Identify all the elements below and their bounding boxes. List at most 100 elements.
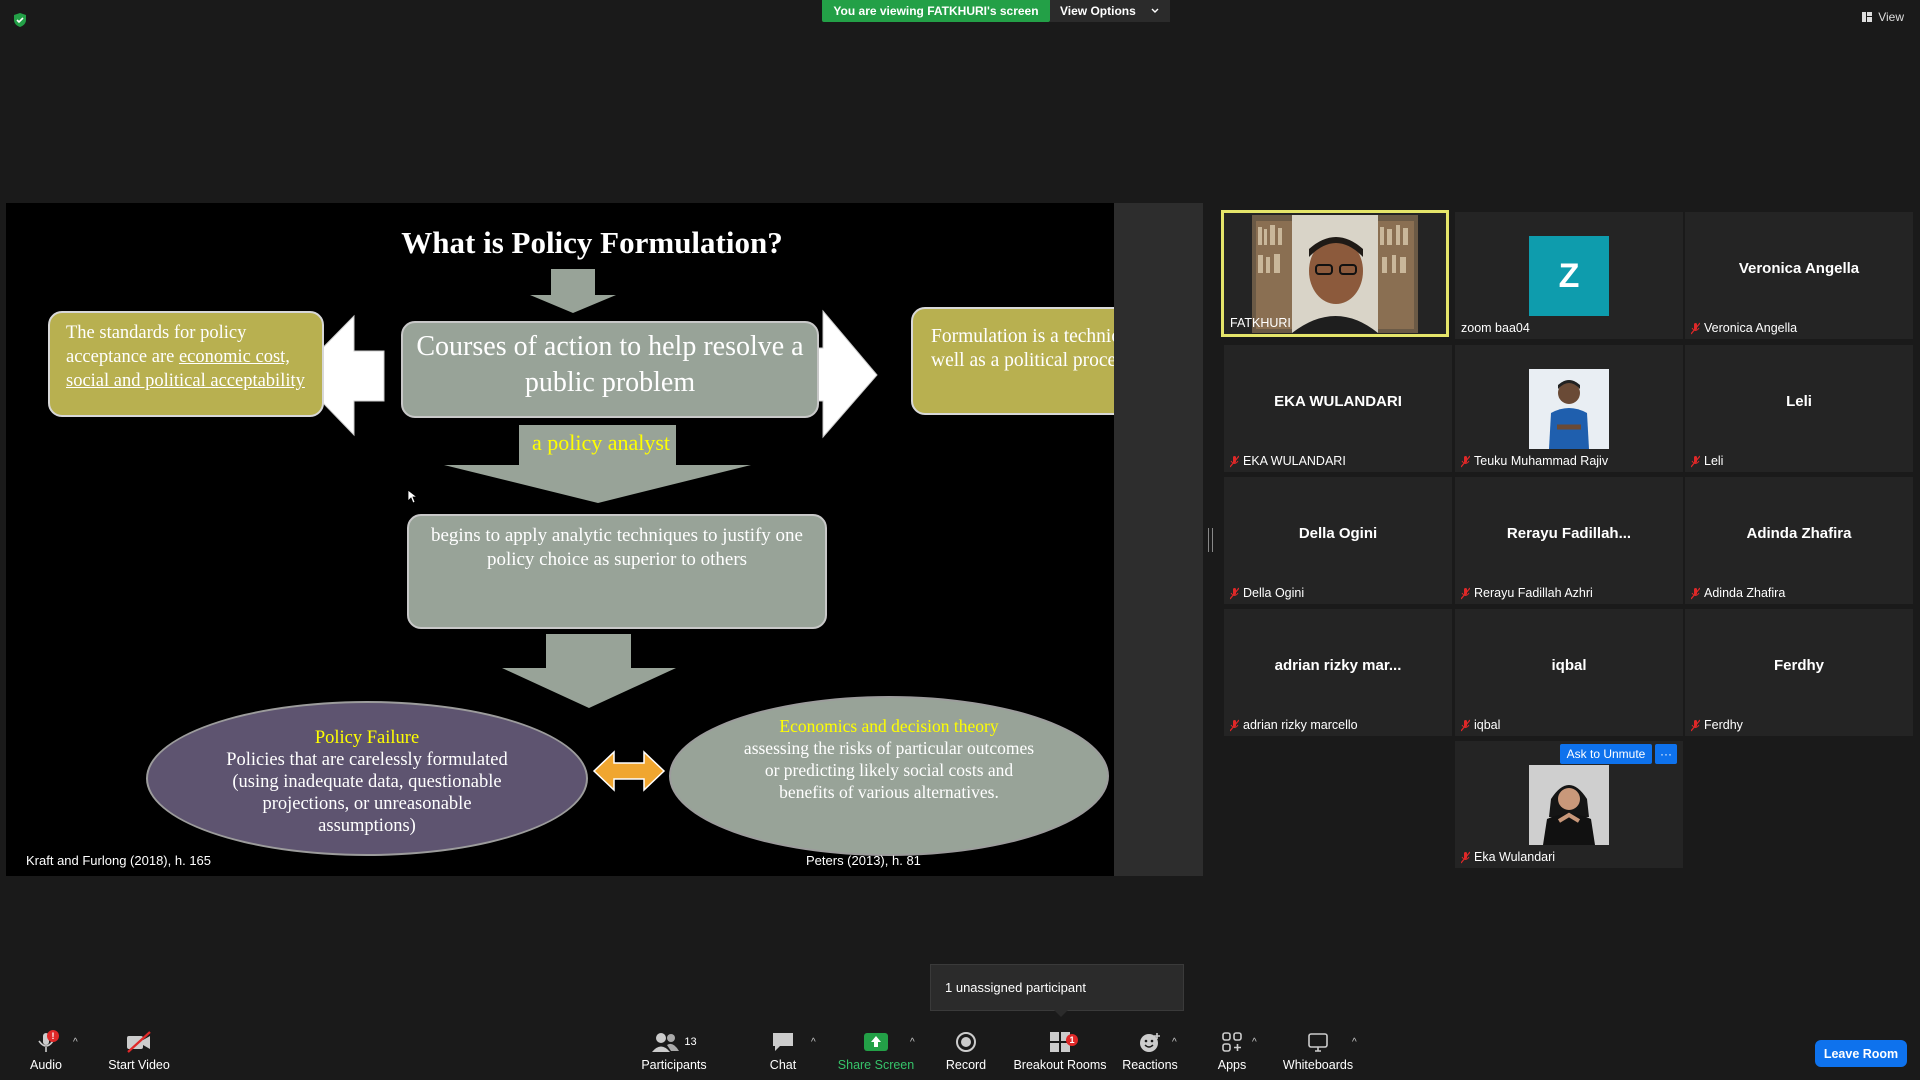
muted-mic-icon bbox=[1461, 851, 1470, 863]
apps-icon bbox=[1222, 1032, 1242, 1052]
policy-failure-body: Policies that are carelessly formulated … bbox=[226, 750, 508, 836]
apps-options-caret[interactable]: ^ bbox=[1252, 1037, 1257, 1048]
participant-name-label: Eka Wulandari bbox=[1474, 850, 1556, 864]
presentation-slide: What is Policy Formulation? The standard… bbox=[6, 203, 1114, 876]
reactions-button[interactable]: Reactions bbox=[1120, 1030, 1180, 1072]
ask-to-unmute-button[interactable]: Ask to Unmute bbox=[1560, 744, 1652, 764]
participant-display-name: EKA WULANDARI bbox=[1274, 393, 1402, 410]
share-options-caret[interactable]: ^ bbox=[910, 1037, 915, 1048]
participants-icon bbox=[652, 1033, 680, 1052]
participant-display-name: Veronica Angella bbox=[1738, 260, 1860, 277]
participant-caption: Ferdhy bbox=[1691, 718, 1743, 732]
participant-caption: Veronica Angella bbox=[1691, 321, 1797, 335]
share-screen-icon bbox=[864, 1033, 888, 1051]
participant-name-label: Ferdhy bbox=[1704, 718, 1743, 732]
record-label: Record bbox=[945, 1058, 987, 1072]
muted-mic-icon bbox=[1691, 455, 1700, 467]
participant-caption: FATKHURI bbox=[1230, 316, 1291, 330]
chevron-down-icon bbox=[1151, 8, 1159, 13]
participant-tile[interactable]: EKA WULANDARI EKA WULANDARI bbox=[1224, 345, 1452, 472]
start-video-button[interactable]: Start Video bbox=[104, 1030, 174, 1072]
down-arrow-bottom bbox=[502, 634, 676, 708]
profile-photo bbox=[1529, 369, 1609, 449]
unassigned-participant-tooltip: 1 unassigned participant bbox=[930, 964, 1184, 1011]
participant-tile[interactable]: Teuku Muhammad Rajiv bbox=[1455, 345, 1683, 472]
economics-heading: Economics and decision theory bbox=[779, 716, 999, 736]
participant-tile[interactable]: Z zoom baa04 bbox=[1455, 212, 1683, 339]
record-button[interactable]: Record bbox=[940, 1030, 992, 1072]
participant-tile[interactable]: Ferdhy Ferdhy bbox=[1685, 609, 1913, 736]
economics-oval: Economics and decision theory assessing … bbox=[669, 696, 1109, 856]
participant-tile[interactable]: adrian rizky mar... adrian rizky marcell… bbox=[1224, 609, 1452, 736]
participant-name-label: Della Ogini bbox=[1243, 586, 1305, 600]
panel-splitter-handle[interactable] bbox=[1208, 528, 1213, 552]
participant-tile[interactable]: iqbal iqbal bbox=[1455, 609, 1683, 736]
share-screen-label: Share Screen bbox=[837, 1058, 915, 1072]
chat-button[interactable]: Chat bbox=[763, 1030, 803, 1072]
participants-button[interactable]: 13 Participants bbox=[640, 1030, 708, 1072]
participant-name-label: FATKHURI bbox=[1230, 316, 1291, 330]
participant-tile[interactable]: Leli Leli bbox=[1685, 345, 1913, 472]
viewing-screen-badge: You are viewing FATKHURI's screen bbox=[822, 0, 1050, 22]
breakout-rooms-label: Breakout Rooms bbox=[1013, 1058, 1107, 1072]
participant-display-name: Adinda Zhafira bbox=[1746, 525, 1852, 542]
down-arrow-top bbox=[530, 269, 616, 313]
chat-label: Chat bbox=[769, 1058, 797, 1072]
muted-mic-icon bbox=[1691, 719, 1700, 731]
whiteboards-button[interactable]: Whiteboards bbox=[1282, 1030, 1354, 1072]
apps-label: Apps bbox=[1217, 1058, 1247, 1072]
whiteboards-options-caret[interactable]: ^ bbox=[1352, 1037, 1357, 1048]
view-label: View bbox=[1878, 10, 1904, 24]
muted-mic-icon bbox=[1461, 455, 1470, 467]
participant-caption: Rerayu Fadillah Azhri bbox=[1461, 586, 1593, 600]
apps-button[interactable]: Apps bbox=[1212, 1030, 1252, 1072]
audio-alert-badge: ! bbox=[47, 1030, 59, 1042]
analytic-techniques-box: begins to apply analytic techniques to j… bbox=[407, 514, 827, 629]
participant-name-label: Leli bbox=[1704, 454, 1724, 468]
policy-analyst-label: a policy analyst bbox=[531, 430, 671, 455]
participant-display-name: Della Ogini bbox=[1298, 525, 1378, 542]
participant-name-label: Rerayu Fadillah Azhri bbox=[1474, 586, 1593, 600]
view-options-button[interactable]: View Options bbox=[1050, 0, 1170, 22]
view-button[interactable]: View bbox=[1861, 10, 1904, 24]
participant-name-label: adrian rizky marcello bbox=[1243, 718, 1358, 732]
smiley-icon bbox=[1140, 1033, 1160, 1052]
participant-tile[interactable]: Adinda Zhafira Adinda Zhafira bbox=[1685, 477, 1913, 604]
share-screen-button[interactable]: Share Screen bbox=[836, 1030, 916, 1072]
economics-body: assessing the risks of particular outcom… bbox=[743, 738, 1035, 802]
participant-tile[interactable]: Veronica Angella Veronica Angella bbox=[1685, 212, 1913, 339]
view-options-label: View Options bbox=[1060, 4, 1136, 18]
shield-icon[interactable] bbox=[12, 12, 28, 28]
audio-options-caret[interactable]: ^ bbox=[73, 1037, 78, 1048]
leave-room-button[interactable]: Leave Room bbox=[1815, 1040, 1907, 1067]
formulation-box: Formulation is a technical as well as a … bbox=[911, 307, 1114, 415]
participant-tile[interactable]: Della Ogini Della Ogini bbox=[1224, 477, 1452, 604]
breakout-rooms-button[interactable]: Breakout Rooms bbox=[1012, 1030, 1108, 1072]
citation-right: Peters (2013), h. 81 bbox=[806, 853, 921, 868]
chat-options-caret[interactable]: ^ bbox=[811, 1037, 816, 1048]
muted-mic-icon bbox=[1230, 587, 1239, 599]
record-icon bbox=[956, 1032, 976, 1052]
double-arrow bbox=[592, 750, 666, 792]
reactions-options-caret[interactable]: ^ bbox=[1172, 1037, 1177, 1048]
muted-mic-icon bbox=[1230, 455, 1239, 467]
participant-caption: iqbal bbox=[1461, 718, 1500, 732]
participant-name-label: iqbal bbox=[1474, 718, 1501, 732]
participant-name-label: zoom baa04 bbox=[1461, 321, 1530, 335]
audio-label: Audio bbox=[30, 1058, 62, 1072]
whiteboards-label: Whiteboards bbox=[1282, 1058, 1354, 1072]
breakout-rooms-badge: 1 bbox=[1066, 1034, 1078, 1046]
audio-button[interactable]: Audio bbox=[20, 1030, 72, 1072]
participant-display-name: Ferdhy bbox=[1773, 657, 1824, 674]
participant-display-name: Leli bbox=[1786, 393, 1812, 410]
policy-failure-oval: Policy Failure Policies that are careles… bbox=[146, 701, 588, 856]
participant-caption: Eka Wulandari bbox=[1461, 850, 1555, 864]
participant-caption: zoom baa04 bbox=[1461, 321, 1530, 335]
avatar: Z bbox=[1529, 236, 1609, 316]
video-off-icon bbox=[127, 1031, 151, 1053]
more-options-button[interactable]: ··· bbox=[1655, 744, 1677, 764]
participants-count: 13 bbox=[684, 1036, 697, 1048]
participant-tile[interactable]: Rerayu Fadillah... Rerayu Fadillah Azhri bbox=[1455, 477, 1683, 604]
participant-caption: Adinda Zhafira bbox=[1691, 586, 1785, 600]
participant-tile[interactable]: FATKHURI bbox=[1221, 210, 1449, 337]
